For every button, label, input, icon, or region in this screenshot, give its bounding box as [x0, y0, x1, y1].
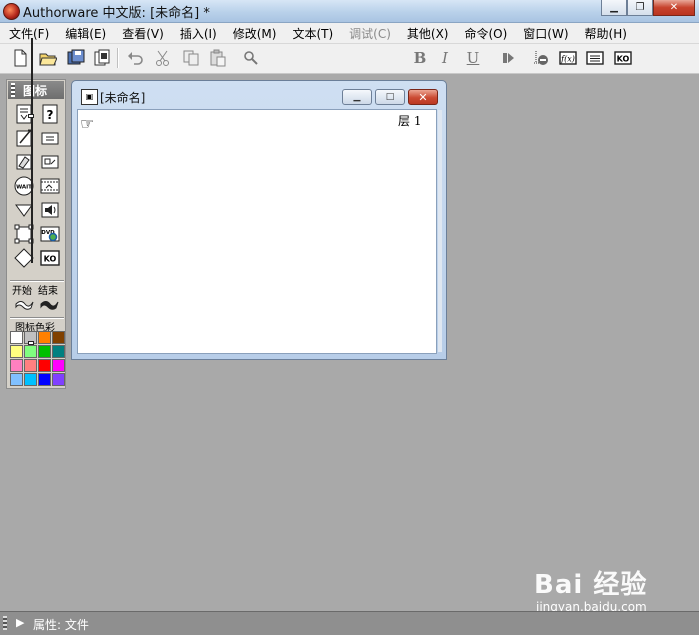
paste-hand-icon: ☞ [80, 114, 95, 133]
expand-arrow-icon[interactable]: ▶ [16, 616, 24, 629]
color-swatch[interactable] [10, 331, 23, 344]
bold-label: B [413, 49, 427, 67]
design-close-button[interactable]: ✕ [408, 89, 438, 105]
layer-label: 层 1 [398, 114, 422, 128]
icon-palette: 图标 ? WAIT DVD KO 开始 结束 图标色彩 [6, 79, 66, 389]
control-panel-icon[interactable] [530, 48, 552, 68]
icon-palette-title: 图标 [23, 84, 48, 98]
menu-file[interactable]: 文件(F) [0, 25, 56, 42]
design-maximize-button[interactable]: □ [375, 89, 405, 105]
color-swatch[interactable] [38, 345, 51, 358]
baidu-watermark: Bai 经验 jingyan.baidu.com [534, 564, 648, 614]
menu-bar: 文件(F) 编辑(E) 查看(V) 插入(I) 修改(M) 文本(T) 调试(C… [0, 23, 699, 44]
color-swatch[interactable] [24, 359, 37, 372]
toolbar: ▼ B I U f(x) KO [0, 44, 699, 110]
italic-button[interactable]: I [434, 48, 456, 68]
color-swatch[interactable] [52, 359, 65, 372]
toolbar-separator [117, 48, 119, 68]
menu-insert[interactable]: 插入(I) [171, 25, 224, 42]
ko-icon[interactable]: KO [39, 248, 61, 268]
icon-palette-header[interactable]: 图标 [8, 81, 64, 99]
color-swatch[interactable] [10, 345, 23, 358]
import-icon[interactable] [91, 48, 113, 68]
flowline-end-cap [28, 341, 34, 345]
svg-text:KO: KO [44, 255, 57, 264]
copy-icon[interactable] [180, 48, 202, 68]
menu-view[interactable]: 查看(V) [113, 25, 171, 42]
sound-icon[interactable] [39, 200, 61, 220]
svg-text:f(x): f(x) [560, 55, 575, 64]
color-swatch[interactable] [24, 345, 37, 358]
watermark-brand: Bai 经验 [534, 570, 648, 600]
run-icon[interactable] [497, 48, 519, 68]
digital-movie-icon[interactable] [39, 176, 61, 196]
flowchart-window-icon[interactable]: ▣ [81, 89, 98, 105]
flowchart-canvas[interactable] [77, 109, 437, 354]
flowline[interactable] [31, 38, 33, 263]
flowline-start-cap [28, 114, 34, 118]
menu-text[interactable]: 文本(T) [283, 25, 340, 42]
color-swatch[interactable] [38, 373, 51, 386]
color-swatch[interactable] [10, 373, 23, 386]
minimize-button[interactable]: ▁ [601, 0, 627, 16]
interaction-icon[interactable]: ? [39, 104, 61, 124]
calculation-icon[interactable] [39, 128, 61, 148]
save-all-icon[interactable] [65, 48, 87, 68]
title-bar: Authorware 中文版: [未命名] * ▁ ❐ ✕ [0, 0, 699, 23]
knowledge-objects-icon[interactable]: KO [612, 48, 634, 68]
color-swatch[interactable] [38, 359, 51, 372]
menu-commands[interactable]: 命令(O) [455, 25, 514, 42]
new-file-icon[interactable] [9, 48, 31, 68]
window-title: Authorware 中文版: [未命名] * [23, 6, 210, 21]
italic-label: I [442, 49, 448, 67]
paste-icon[interactable] [207, 48, 229, 68]
svg-text:WAIT: WAIT [16, 185, 32, 191]
design-window-controls: ▁ □ ✕ [342, 89, 438, 105]
variables-icon[interactable] [584, 48, 606, 68]
dvd-icon[interactable]: DVD [39, 224, 61, 244]
design-window-scrollbar[interactable] [438, 110, 442, 352]
menu-xtras[interactable]: 其他(X) [398, 25, 456, 42]
properties-label: 属性: 文件 [33, 618, 89, 632]
window-controls: ▁ ❐ ✕ [601, 0, 695, 17]
authorware-app-icon[interactable] [3, 3, 20, 20]
functions-icon[interactable]: f(x) [557, 48, 579, 68]
menu-window[interactable]: 窗口(W) [514, 25, 575, 42]
color-swatch[interactable] [24, 373, 37, 386]
color-swatch[interactable] [52, 345, 65, 358]
close-button[interactable]: ✕ [653, 0, 695, 16]
start-flag-icon[interactable] [13, 295, 35, 315]
menu-debug: 调试(C) [349, 26, 391, 41]
svg-text:?: ? [47, 108, 54, 122]
design-window-title: [未命名] [100, 91, 146, 105]
design-minimize-button[interactable]: ▁ [342, 89, 372, 105]
svg-text:KO: KO [617, 55, 630, 64]
grip-icon[interactable] [3, 616, 7, 630]
restore-button[interactable]: ❐ [627, 0, 653, 16]
color-swatch[interactable] [52, 373, 65, 386]
properties-bar[interactable]: ▶ 属性: 文件 [0, 611, 699, 635]
menu-modify[interactable]: 修改(M) [224, 25, 284, 42]
color-swatch[interactable] [52, 331, 65, 344]
icon-color-swatches [10, 331, 65, 387]
open-file-icon[interactable] [37, 48, 59, 68]
grip-icon[interactable] [11, 83, 15, 97]
color-swatch[interactable] [10, 359, 23, 372]
bold-button[interactable]: B [409, 48, 431, 68]
find-icon[interactable] [240, 48, 262, 68]
map-icon[interactable] [39, 152, 61, 172]
menu-edit[interactable]: 编辑(E) [56, 25, 113, 42]
undo-icon[interactable] [124, 48, 146, 68]
end-flag-icon[interactable] [38, 295, 60, 315]
underline-label: U [466, 49, 480, 67]
design-window: ▣ [未命名] ▁ □ ✕ [71, 80, 447, 360]
underline-button[interactable]: U [462, 48, 484, 68]
cut-icon[interactable] [152, 48, 174, 68]
menu-help[interactable]: 帮助(H) [576, 25, 634, 42]
color-swatch[interactable] [38, 331, 51, 344]
